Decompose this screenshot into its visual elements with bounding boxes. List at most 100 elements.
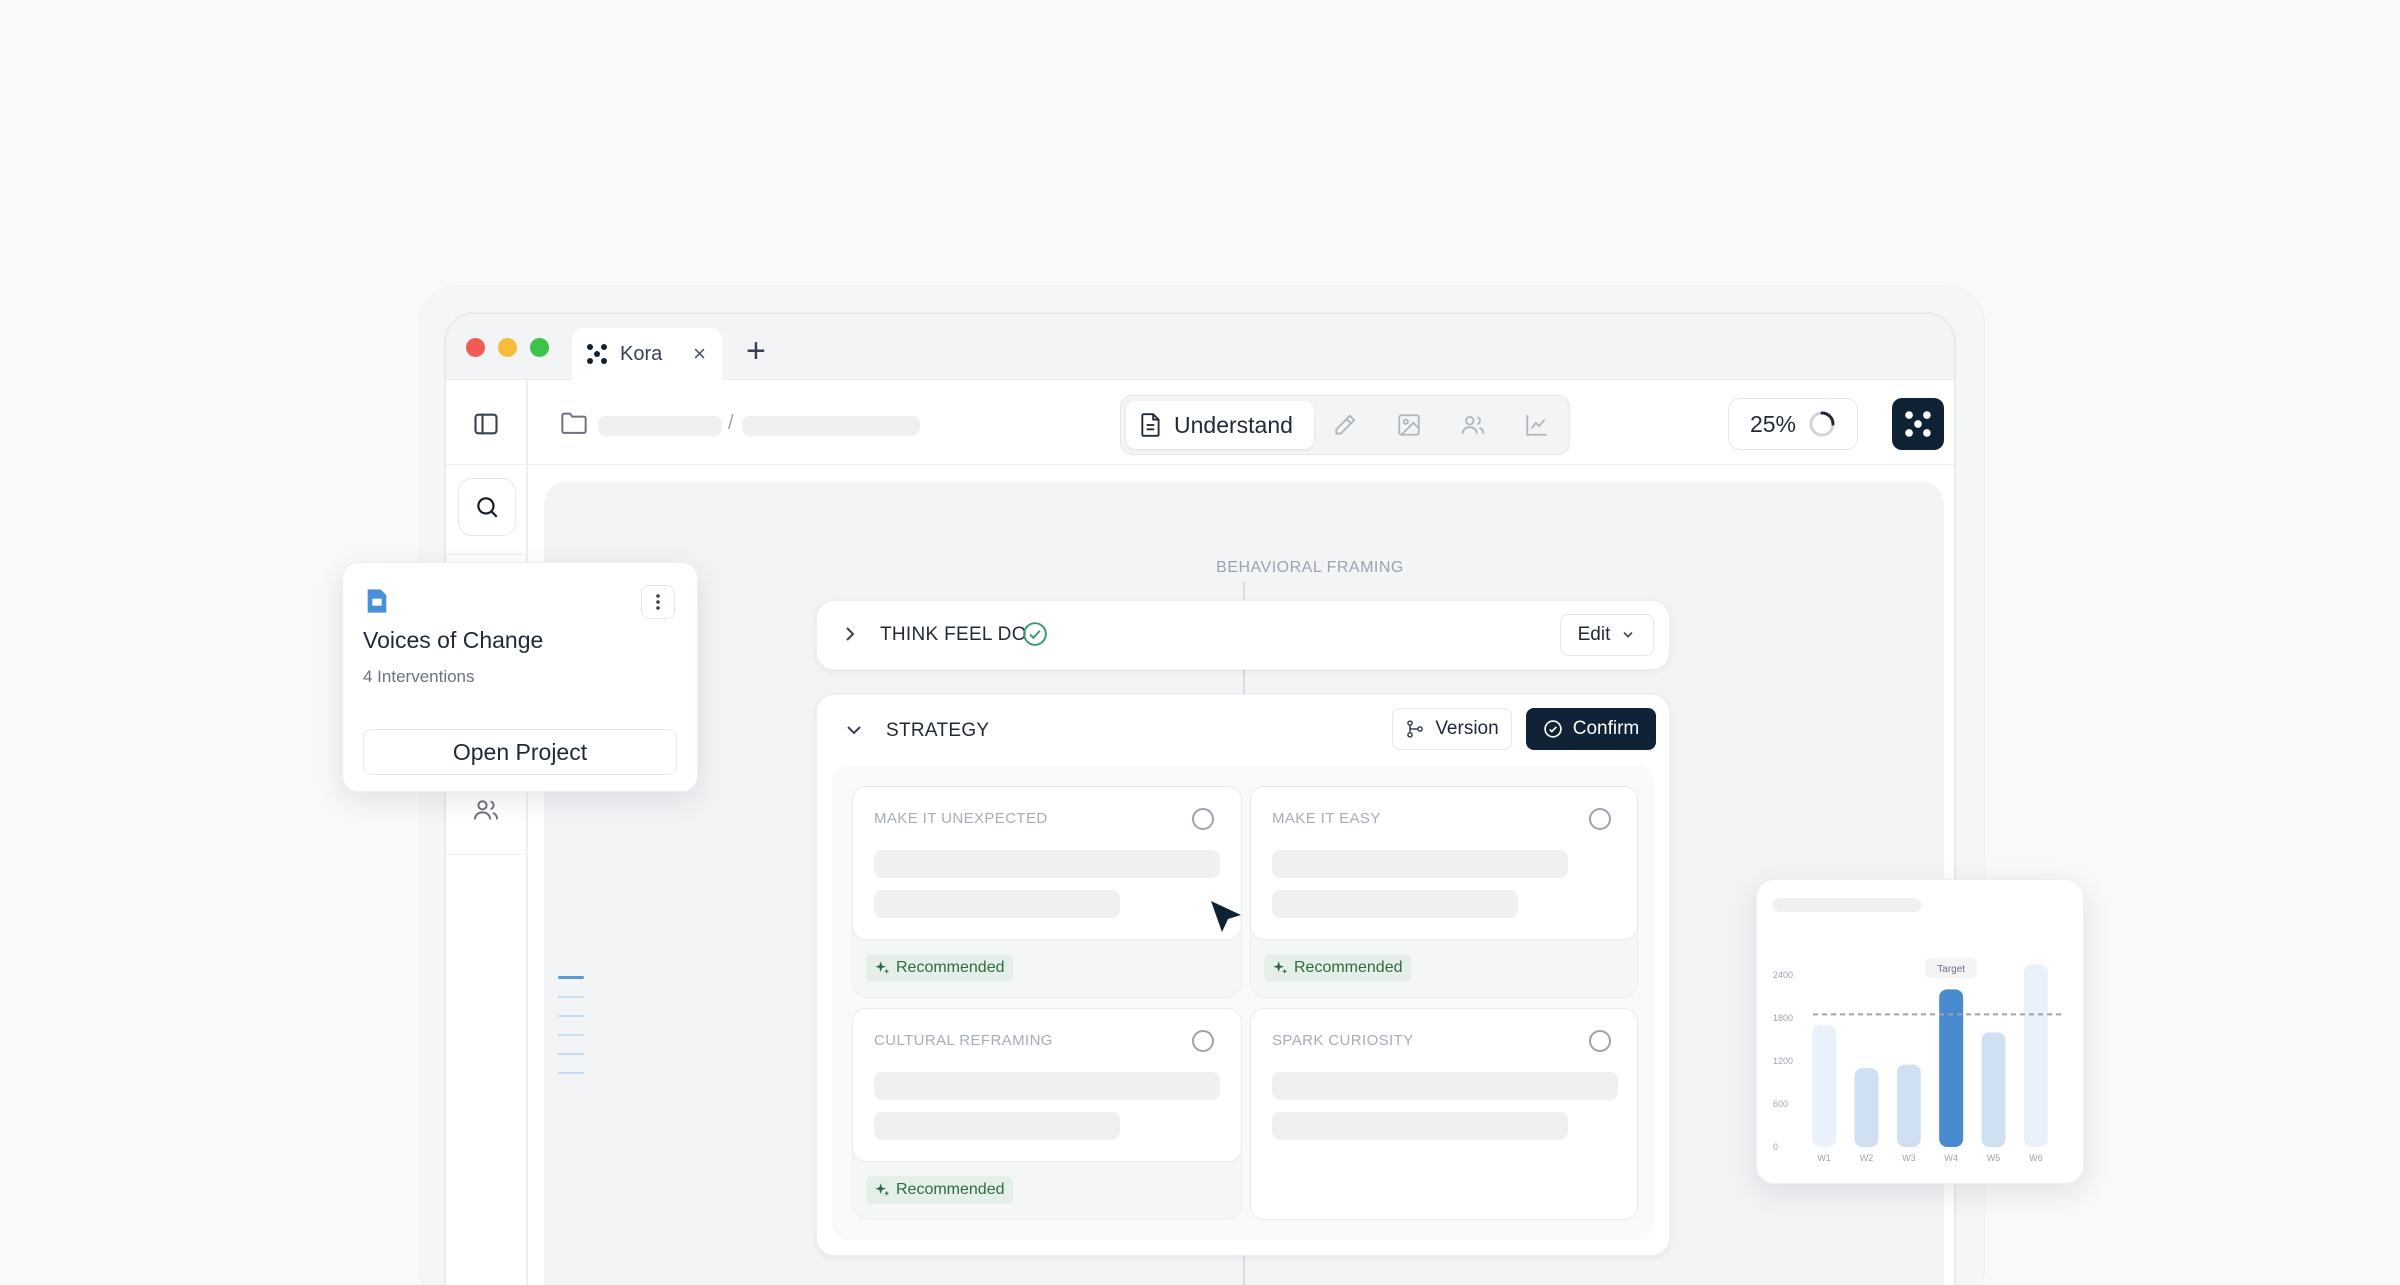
branch-icon (1407, 720, 1424, 738)
text-placeholder (874, 890, 1120, 918)
close-window-button[interactable] (466, 338, 485, 357)
new-tab-button[interactable]: + (746, 334, 766, 368)
progress-ring-icon (1809, 411, 1835, 437)
strategy-option-radio[interactable] (1192, 808, 1214, 830)
mode-visual-tab[interactable] (1396, 412, 1422, 443)
chart-bar (1896, 1064, 1921, 1147)
sidebar-divider (446, 464, 528, 465)
outline-marker[interactable] (558, 1072, 584, 1074)
sparkle-icon (875, 1183, 890, 1196)
text-placeholder (1272, 890, 1518, 918)
app-menu-button[interactable] (1892, 398, 1944, 450)
mode-understand-tab[interactable]: Understand (1126, 401, 1314, 449)
outline-marker[interactable] (558, 1034, 584, 1036)
kora-logo-icon (587, 344, 607, 364)
breadcrumb-page-placeholder[interactable] (742, 416, 920, 436)
check-circle-icon (1543, 720, 1562, 738)
confirm-button[interactable]: Confirm (1526, 708, 1656, 750)
recommended-badge: Recommended (1264, 954, 1411, 982)
progress-value: 25% (1749, 410, 1797, 437)
progress-indicator[interactable]: 25% (1728, 398, 1858, 450)
x-tick-label: W1 (1817, 1153, 1831, 1163)
section-label: BEHAVIORAL FRAMING (1216, 559, 1404, 576)
collapse-chevron-icon[interactable] (844, 720, 864, 745)
pencil-icon (1335, 414, 1356, 435)
edit-button-label: Edit (1577, 624, 1611, 645)
line-chart-icon (1526, 415, 1547, 436)
y-tick-label: 0 (1773, 1142, 1778, 1152)
chart-bar (1939, 989, 1964, 1147)
breadcrumb-separator: / (728, 412, 734, 434)
maximize-window-button[interactable] (530, 338, 549, 357)
mode-analytics-tab[interactable] (1524, 412, 1550, 443)
folder-icon[interactable] (560, 410, 588, 441)
x-tick-label: W5 (1987, 1153, 2001, 1163)
text-placeholder (1272, 1072, 1618, 1100)
text-placeholder (874, 850, 1220, 878)
flow-connector (1243, 582, 1245, 600)
outline-marker-active[interactable] (558, 976, 584, 979)
team-icon[interactable] (472, 796, 500, 829)
mouse-cursor-icon (1208, 898, 1244, 943)
search-icon (477, 497, 498, 518)
users-icon (1461, 415, 1485, 434)
mode-audience-tab[interactable] (1460, 412, 1486, 443)
y-tick-label: 1800 (1773, 1013, 1793, 1023)
app-window: Kora × + / Understand 25% BEHAVIORAL FRA… (444, 312, 1956, 1285)
chart-bar (2023, 964, 2048, 1147)
document-file-icon (365, 587, 389, 620)
edit-button[interactable]: Edit (1560, 614, 1654, 656)
y-tick-label: 600 (1773, 1099, 1788, 1109)
search-button[interactable] (458, 478, 516, 536)
strategy-option-title: MAKE IT UNEXPECTED (874, 810, 1048, 827)
x-tick-label: W2 (1860, 1153, 1874, 1163)
outline-marker[interactable] (558, 1053, 584, 1055)
confirm-button-label: Confirm (1572, 718, 1640, 739)
minimize-window-button[interactable] (498, 338, 517, 357)
sparkle-icon (1273, 961, 1288, 974)
strategy-option-radio[interactable] (1589, 808, 1611, 830)
recommended-badge: Recommended (866, 954, 1013, 982)
recommended-badge-label: Recommended (896, 959, 1005, 976)
x-tick-label: W4 (1944, 1153, 1958, 1163)
chart-bar (1812, 1025, 1837, 1147)
recommended-badge-label: Recommended (896, 1181, 1005, 1198)
more-options-button[interactable] (641, 585, 675, 619)
open-project-button[interactable]: Open Project (363, 729, 677, 775)
strategy-option-title: MAKE IT EASY (1272, 810, 1381, 827)
mode-write-tab[interactable] (1332, 412, 1358, 443)
expand-chevron-icon[interactable] (840, 624, 860, 649)
bar-chart: 0 600 1200 1800 2400 W1 W2 W3 W4 W5 W6 Target (1773, 958, 2063, 1163)
more-vertical-icon (656, 594, 660, 610)
sidebar-toggle-icon[interactable] (472, 410, 500, 443)
tab-title: Kora (620, 342, 663, 365)
close-tab-icon[interactable]: × (693, 341, 706, 367)
text-placeholder (874, 1072, 1220, 1100)
strategy-option-title: SPARK CURIOSITY (1272, 1032, 1414, 1049)
outline-marker[interactable] (558, 1015, 584, 1017)
recommended-badge: Recommended (866, 1176, 1013, 1204)
analytics-chart-card: 0 600 1200 1800 2400 W1 W2 W3 W4 W5 W6 Target (1756, 879, 2084, 1184)
strategy-title: STRATEGY (886, 720, 990, 741)
chart-bar (1981, 1032, 2006, 1147)
chart-bar (1854, 1068, 1879, 1147)
sidebar-divider-2 (446, 554, 528, 555)
x-tick-label: W3 (1902, 1153, 1916, 1163)
flow-connector (1243, 668, 1245, 694)
strategy-option-radio[interactable] (1192, 1030, 1214, 1052)
strategy-option-title: CULTURAL REFRAMING (874, 1032, 1053, 1049)
image-icon (1398, 414, 1420, 436)
chevron-down-icon (1623, 632, 1633, 638)
outline-marker[interactable] (558, 996, 584, 998)
text-placeholder (1272, 1112, 1568, 1140)
strategy-option-radio[interactable] (1589, 1030, 1611, 1052)
breadcrumb-folder-placeholder[interactable] (598, 416, 722, 436)
browser-tab[interactable]: Kora × (572, 328, 722, 380)
project-popup: Voices of Change 4 Interventions Open Pr… (342, 562, 698, 792)
kora-logo-icon (1905, 411, 1931, 437)
sidebar-divider-3 (446, 854, 528, 855)
sparkle-icon (875, 961, 890, 974)
x-tick-label: W6 (2029, 1153, 2043, 1163)
version-button[interactable]: Version (1392, 708, 1512, 750)
recommended-badge-label: Recommended (1294, 959, 1403, 976)
